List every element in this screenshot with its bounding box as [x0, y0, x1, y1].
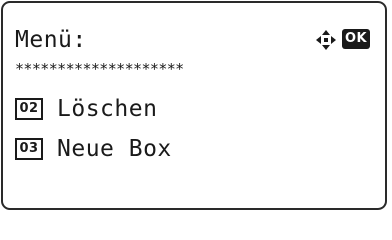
separator-line: ******************** [15, 60, 184, 78]
menu-item-delete[interactable]: 02 Löschen [15, 94, 157, 124]
ok-key-icon[interactable]: OK [342, 29, 370, 49]
menu-item-label: Neue Box [57, 136, 172, 162]
menu-title: Menü: [15, 27, 87, 53]
item-number-badge: 03 [15, 138, 43, 160]
menu-item-new-box[interactable]: 03 Neue Box [15, 134, 172, 164]
item-number-badge: 02 [15, 98, 43, 120]
lcd-screen: Menü: OK ******************** 02 Löschen… [1, 1, 387, 210]
menu-item-label: Löschen [57, 96, 158, 122]
four-way-arrow-icon [316, 30, 336, 50]
